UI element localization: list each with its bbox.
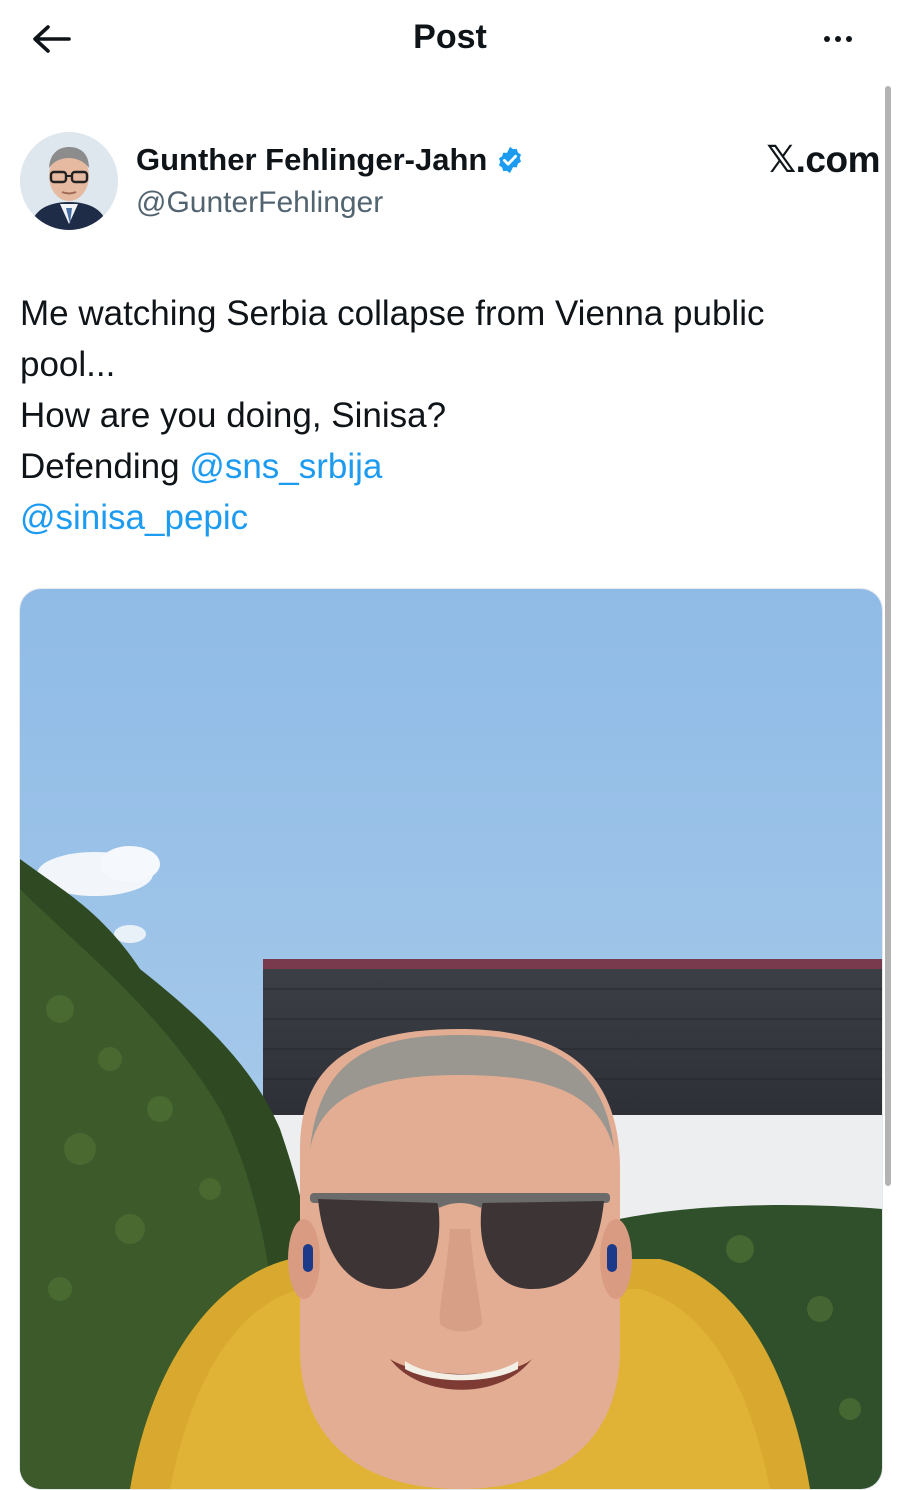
more-options-button[interactable] <box>816 24 860 54</box>
tweet-line: pool... <box>20 345 116 384</box>
tweet-line: How are you doing, Sinisa? <box>20 396 447 435</box>
more-horizontal-icon <box>824 36 830 42</box>
avatar[interactable] <box>20 132 118 230</box>
brand-watermark: 𝕏.com <box>766 139 880 180</box>
user-handle[interactable]: @GunterFehlinger <box>136 186 383 220</box>
page-title: Post <box>413 18 487 56</box>
tweet-line: @sinisa_pepic <box>20 492 860 543</box>
scrollbar[interactable] <box>885 86 891 1186</box>
mention-link[interactable]: @sns_srbija <box>189 447 382 486</box>
tweet-line: Me watching Serbia collapse from Vienna … <box>20 294 765 333</box>
mention-link[interactable]: @sinisa_pepic <box>20 498 248 537</box>
display-name[interactable]: Gunther Fehlinger-Jahn <box>136 142 487 178</box>
verified-badge-icon <box>499 146 522 174</box>
post-photo[interactable] <box>19 588 883 1490</box>
post-author: Gunther Fehlinger-Jahn @GunterFehlinger … <box>20 132 880 232</box>
tweet-line: Defending @sns_srbija <box>20 441 860 492</box>
defending-text: Defending <box>20 447 190 486</box>
name-row: Gunther Fehlinger-Jahn <box>136 142 525 178</box>
tweet-text: Me watching Serbia collapse from Vienna … <box>20 288 860 543</box>
top-bar: Post <box>0 0 900 78</box>
